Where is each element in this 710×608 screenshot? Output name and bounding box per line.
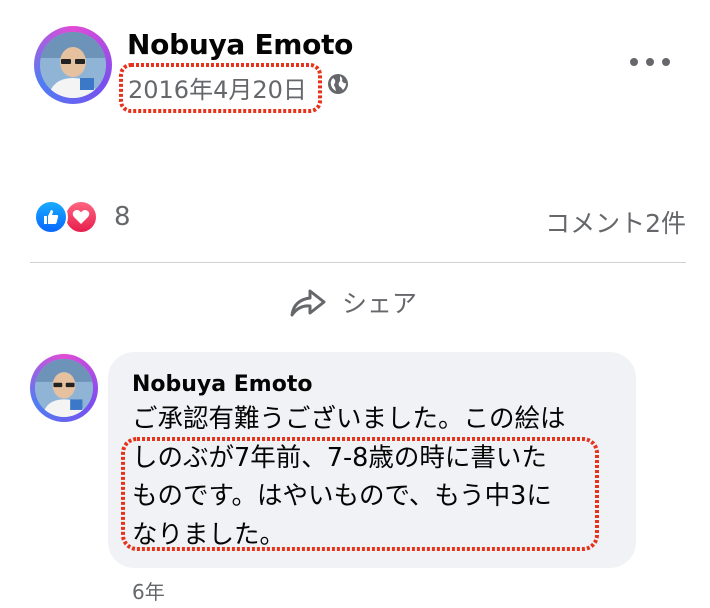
- more-options-button[interactable]: [630, 50, 670, 74]
- reactions-summary[interactable]: 8: [34, 200, 131, 234]
- reaction-count: 8: [114, 202, 131, 232]
- text-highlight-annotation: [121, 437, 599, 551]
- globe-icon: [328, 74, 348, 94]
- comment-timestamp[interactable]: 6年: [132, 576, 165, 605]
- more-dot: [662, 58, 670, 66]
- date-highlight-annotation: [119, 63, 322, 113]
- love-icon: [64, 200, 98, 234]
- comment-author-name[interactable]: Nobuya Emoto: [132, 372, 312, 397]
- more-dot: [646, 58, 654, 66]
- post-author-avatar[interactable]: [34, 26, 112, 104]
- avatar-photo: [40, 32, 106, 98]
- comment-line: ご承認有難うございました。この絵は: [132, 404, 566, 434]
- share-label: シェア: [342, 289, 418, 318]
- comment-count-link[interactable]: コメント2件: [545, 204, 686, 240]
- more-dot: [630, 58, 638, 66]
- comment-author-avatar[interactable]: [30, 354, 98, 422]
- divider: [30, 262, 686, 263]
- like-icon: [34, 200, 68, 234]
- avatar-photo: [35, 359, 93, 417]
- share-button[interactable]: シェア: [288, 284, 417, 320]
- post-author-name[interactable]: Nobuya Emoto: [127, 28, 353, 61]
- share-icon: [290, 289, 326, 317]
